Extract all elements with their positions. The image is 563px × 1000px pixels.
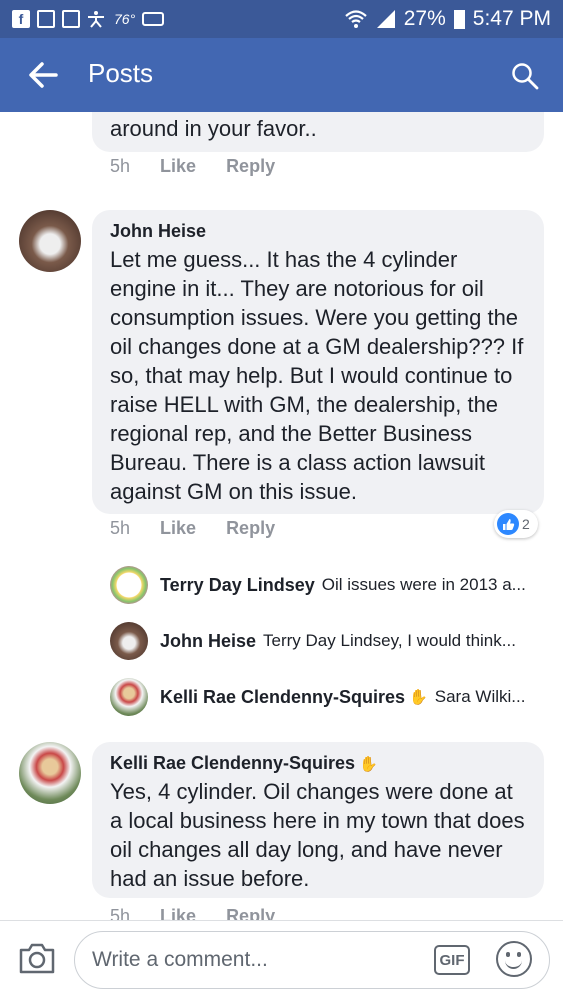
comments-feed[interactable]: around in your favor.. 5h Like Reply Joh… <box>0 112 563 920</box>
reply-text: Sara Wilki... <box>434 687 526 706</box>
reply-link[interactable]: Reply <box>226 156 275 177</box>
signal-icon <box>376 10 395 28</box>
gallery-icon <box>37 10 55 28</box>
reply-author[interactable]: John Heise <box>160 631 256 652</box>
wave-icon: ✋ <box>359 755 378 773</box>
reply-link[interactable]: Reply <box>226 906 275 920</box>
comment-composer: Write a comment... GIF <box>0 920 563 1000</box>
comment-text: Let me guess... It has the 4 cylinder en… <box>110 247 524 504</box>
avatar[interactable] <box>19 210 81 272</box>
comment-bubble: around in your favor.. <box>92 112 544 152</box>
status-bar: f 76° 27% 5:47 PM <box>0 0 563 38</box>
comment-text: Yes, 4 cylinder. Oil changes were done a… <box>110 779 525 891</box>
facebook-comments-screen: f 76° 27% 5:47 PM Posts around in your f… <box>0 0 563 1000</box>
mail-icon <box>62 10 80 28</box>
comment-bubble: Kelli Rae Clendenny-Squires ✋ Yes, 4 cyl… <box>92 742 544 898</box>
comment-time: 5h <box>110 156 131 176</box>
battery-percentage: 27% <box>403 7 446 30</box>
facebook-icon: f <box>12 10 30 28</box>
avatar <box>110 678 148 716</box>
reply-author[interactable]: Kelli Rae Clendenny-Squires <box>160 687 405 708</box>
comment-bubble: John Heise Let me guess... It has the 4 … <box>92 210 544 514</box>
reply-preview[interactable]: Terry Day Lindsey Oil issues were in 201… <box>110 566 550 604</box>
page-title: Posts <box>88 58 154 88</box>
comment-actions: 5h Like Reply <box>110 518 275 539</box>
like-icon <box>497 513 519 535</box>
emoji-icon[interactable] <box>496 941 532 977</box>
clock: 5:47 PM <box>472 7 551 30</box>
app-bar: Posts <box>0 38 563 112</box>
avatar[interactable] <box>19 742 81 804</box>
reply-preview[interactable]: John Heise Terry Day Lindsey, I would th… <box>110 622 550 660</box>
reaction-count: 2 <box>522 516 530 532</box>
comment-author[interactable]: John Heise <box>110 221 526 242</box>
comment-actions: 5h Like Reply <box>110 156 275 177</box>
comment-input[interactable]: Write a comment... <box>74 931 550 989</box>
avatar <box>110 566 148 604</box>
like-link[interactable]: Like <box>160 906 196 920</box>
wave-icon: ✋ <box>409 689 428 706</box>
like-link[interactable]: Like <box>160 518 196 539</box>
reply-link[interactable]: Reply <box>226 518 275 539</box>
reply-author[interactable]: Terry Day Lindsey <box>160 575 315 596</box>
avatar <box>110 622 148 660</box>
like-link[interactable]: Like <box>160 156 196 177</box>
comment-time: 5h <box>110 518 131 538</box>
comment-actions: 5h Like Reply <box>110 906 275 920</box>
comment-text: around in your favor.. <box>110 116 317 141</box>
reaction-badge[interactable]: 2 <box>494 510 538 538</box>
temperature: 76° <box>114 11 136 27</box>
voicemail-icon <box>142 12 165 26</box>
reply-text: Terry Day Lindsey, I would think... <box>263 631 516 650</box>
comment-time: 5h <box>110 906 131 920</box>
comment-input-placeholder: Write a comment... <box>92 948 268 971</box>
reply-text: Oil issues were in 2013 a... <box>321 575 526 594</box>
wifi-icon <box>345 10 367 28</box>
gif-icon[interactable]: GIF <box>434 945 470 975</box>
search-icon[interactable] <box>511 62 539 90</box>
battery-icon <box>453 9 465 29</box>
back-arrow-icon[interactable] <box>28 62 58 88</box>
camera-icon[interactable] <box>18 941 56 975</box>
accessibility-icon <box>88 11 104 28</box>
reply-preview[interactable]: Kelli Rae Clendenny-Squires ✋ Sara Wilki… <box>110 678 550 716</box>
comment-author[interactable]: Kelli Rae Clendenny-Squires <box>110 753 355 774</box>
